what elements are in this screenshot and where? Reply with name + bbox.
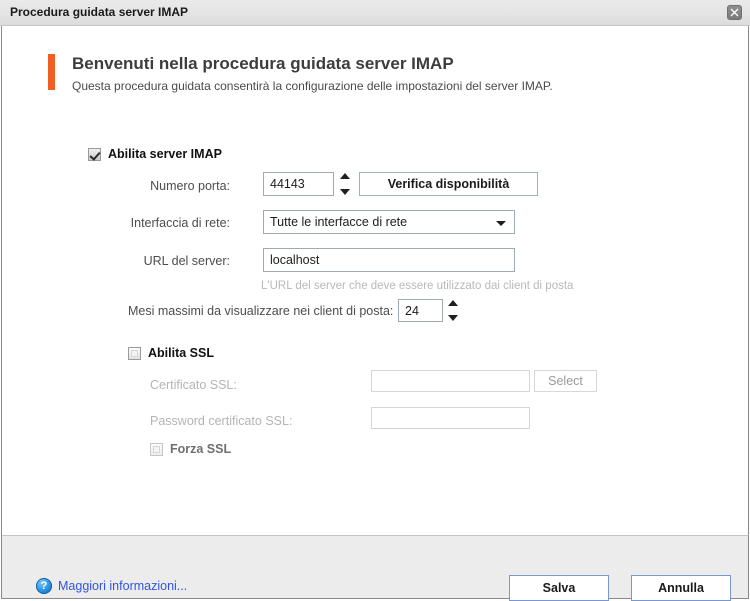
cancel-button[interactable]: Annulla — [631, 575, 731, 601]
page-subtitle: Questa procedura guidata consentirà la c… — [72, 79, 553, 93]
imap-wizard-window: Procedura guidata server IMAP Benvenuti … — [0, 0, 750, 601]
max-months-input[interactable] — [398, 299, 443, 322]
max-months-label: Mesi massimi da visualizzare nei client … — [128, 304, 394, 318]
enable-ssl-label: Abilita SSL — [148, 346, 214, 360]
title-bar: Procedura guidata server IMAP — [0, 0, 750, 26]
ssl-password-label: Password certificato SSL: — [150, 414, 293, 428]
max-months-spinner-up-icon[interactable] — [448, 300, 458, 306]
enable-ssl-checkbox[interactable] — [128, 346, 141, 360]
force-ssl-checkbox[interactable] — [150, 442, 163, 456]
client-area: Benvenuti nella procedura guidata server… — [0, 26, 750, 601]
ssl-certificate-label: Certificato SSL: — [150, 378, 237, 392]
port-spinner-up-icon[interactable] — [340, 173, 350, 179]
window-title: Procedura guidata server IMAP — [10, 5, 189, 19]
help-question-icon[interactable]: ? — [36, 578, 52, 594]
check-availability-button[interactable]: Verifica disponibilità — [359, 172, 538, 196]
enable-imap-label: Abilita server IMAP — [108, 147, 222, 161]
port-spinner-down-icon[interactable] — [340, 189, 350, 195]
interface-label: Interfaccia di rete: — [130, 216, 230, 230]
save-button[interactable]: Salva — [509, 575, 609, 601]
ssl-certificate-input[interactable] — [371, 370, 530, 392]
help-icon-glyph: ? — [40, 580, 48, 592]
accent-bar — [48, 54, 55, 90]
chevron-down-icon[interactable] — [496, 221, 506, 226]
port-label: Numero porta: — [150, 179, 230, 193]
close-icon[interactable] — [727, 5, 742, 20]
server-url-hint: L'URL del server che deve essere utilizz… — [261, 280, 574, 292]
interface-select-value: Tutte le interfacce di rete — [270, 215, 408, 229]
port-input[interactable] — [263, 172, 334, 196]
enable-ssl-checkbox-group[interactable]: Abilita SSL — [128, 346, 214, 360]
max-months-spinner-down-icon[interactable] — [448, 315, 458, 321]
ssl-password-input[interactable] — [371, 407, 530, 429]
interface-select[interactable]: Tutte le interfacce di rete — [263, 210, 515, 234]
server-url-input[interactable] — [263, 248, 515, 272]
page-title: Benvenuti nella procedura guidata server… — [72, 54, 454, 73]
port-spinner[interactable] — [340, 173, 351, 195]
force-ssl-label: Forza SSL — [170, 442, 232, 456]
max-months-spinner[interactable] — [448, 300, 459, 321]
force-ssl-checkbox-group[interactable]: Forza SSL — [150, 442, 231, 456]
enable-imap-checkbox-group[interactable]: Abilita server IMAP — [88, 147, 222, 161]
more-info-link[interactable]: Maggiori informazioni... — [58, 579, 187, 593]
server-url-label: URL del server: — [143, 254, 230, 268]
content-panel: Benvenuti nella procedura guidata server… — [1, 26, 749, 535]
ssl-certificate-select-button[interactable]: Select — [534, 370, 597, 392]
enable-imap-checkbox[interactable] — [88, 147, 101, 161]
